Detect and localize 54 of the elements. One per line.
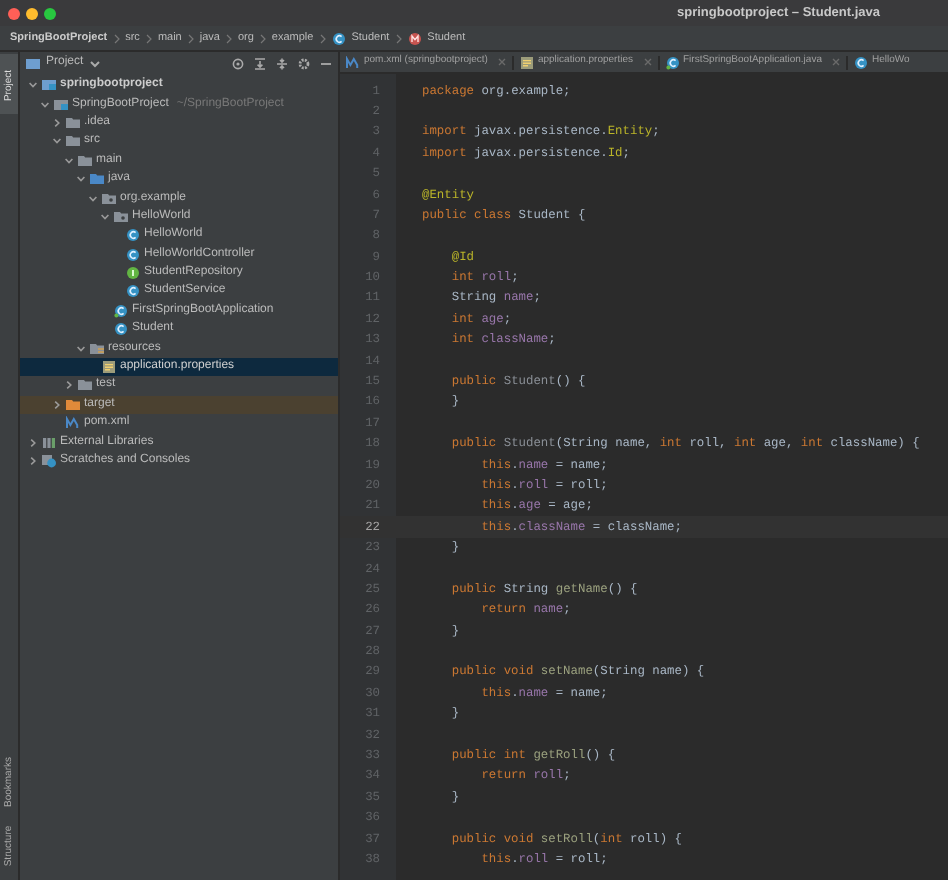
separator-icon xyxy=(259,33,266,43)
separator-icon xyxy=(319,33,326,43)
chevron-down-icon[interactable] xyxy=(28,80,38,91)
separator-icon xyxy=(145,33,152,43)
folder-icon xyxy=(90,341,104,356)
locate-icon[interactable] xyxy=(232,57,244,69)
chevron-right-icon[interactable] xyxy=(28,456,38,466)
class-icon xyxy=(126,247,140,262)
chevron-down-icon[interactable] xyxy=(52,136,62,147)
chevron-down-icon[interactable] xyxy=(64,155,74,166)
class-icon xyxy=(114,322,128,337)
folder-icon xyxy=(42,78,56,93)
chevron-right-icon[interactable] xyxy=(52,399,62,410)
zoom-button[interactable] xyxy=(44,7,56,19)
chevron-right-icon[interactable] xyxy=(52,117,62,128)
scratches-icon xyxy=(42,454,56,468)
method-icon xyxy=(407,31,422,45)
separator-icon xyxy=(395,33,402,43)
class-icon xyxy=(665,55,679,69)
class-icon xyxy=(853,55,868,69)
close-icon[interactable] xyxy=(643,58,651,66)
chevron-right-icon[interactable] xyxy=(28,437,38,448)
chevron-right-icon[interactable] xyxy=(64,380,74,391)
package-icon xyxy=(114,209,128,224)
settings-icon[interactable] xyxy=(298,57,310,69)
class-icon xyxy=(331,31,346,45)
libraries-icon xyxy=(42,435,56,450)
dropdown-icon[interactable] xyxy=(89,59,100,67)
expand-all-icon[interactable] xyxy=(254,57,266,69)
close-icon[interactable] xyxy=(831,58,840,66)
maven-file-icon xyxy=(346,55,360,69)
collapse-all-icon[interactable] xyxy=(276,57,288,69)
minimize-button[interactable] xyxy=(26,7,38,19)
class-icon xyxy=(126,284,140,299)
properties-file-icon xyxy=(102,360,116,375)
chevron-down-icon[interactable] xyxy=(76,174,86,185)
properties-file-icon xyxy=(519,55,534,69)
chevron-down-icon[interactable] xyxy=(76,343,86,354)
close-icon[interactable] xyxy=(497,58,506,66)
close-button[interactable] xyxy=(8,7,20,19)
chevron-down-icon[interactable] xyxy=(100,211,110,222)
class-icon xyxy=(114,303,128,318)
chevron-down-icon[interactable] xyxy=(88,193,98,204)
chevron-down-icon[interactable] xyxy=(40,99,50,110)
package-icon xyxy=(102,191,116,206)
separator-icon xyxy=(187,33,194,43)
separator-icon xyxy=(113,33,120,43)
folder-icon xyxy=(26,57,40,69)
separator-icon xyxy=(225,33,232,43)
class-icon xyxy=(126,228,140,243)
hide-icon[interactable] xyxy=(320,57,332,69)
maven-file-icon xyxy=(66,416,80,431)
interface-icon xyxy=(126,266,140,281)
folder-icon xyxy=(54,97,68,112)
